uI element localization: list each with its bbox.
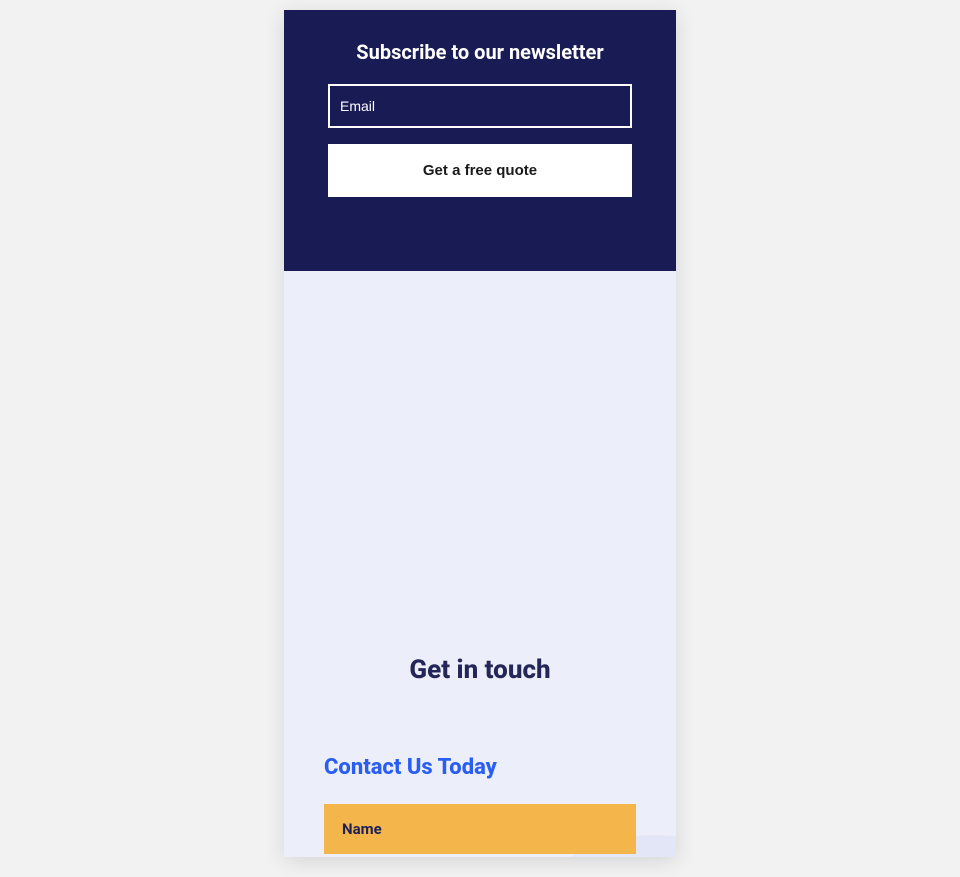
contact-heading: Get in touch: [324, 655, 636, 685]
subscribe-form: Get a free quote: [328, 84, 632, 197]
contact-subheading: Contact Us Today: [324, 755, 636, 780]
subscribe-email-input[interactable]: [328, 84, 632, 128]
contact-form: 4 + 9 = Get in touch: [324, 804, 636, 857]
name-input[interactable]: [324, 804, 636, 854]
subscribe-section: Subscribe to our newsletter Get a free q…: [284, 10, 676, 271]
subscribe-submit-button[interactable]: Get a free quote: [328, 144, 632, 197]
subscribe-title: Subscribe to our newsletter: [328, 40, 632, 64]
page-container: Subscribe to our newsletter Get a free q…: [284, 10, 676, 857]
contact-section: Get in touch Contact Us Today 4 + 9 = Ge…: [284, 271, 676, 857]
